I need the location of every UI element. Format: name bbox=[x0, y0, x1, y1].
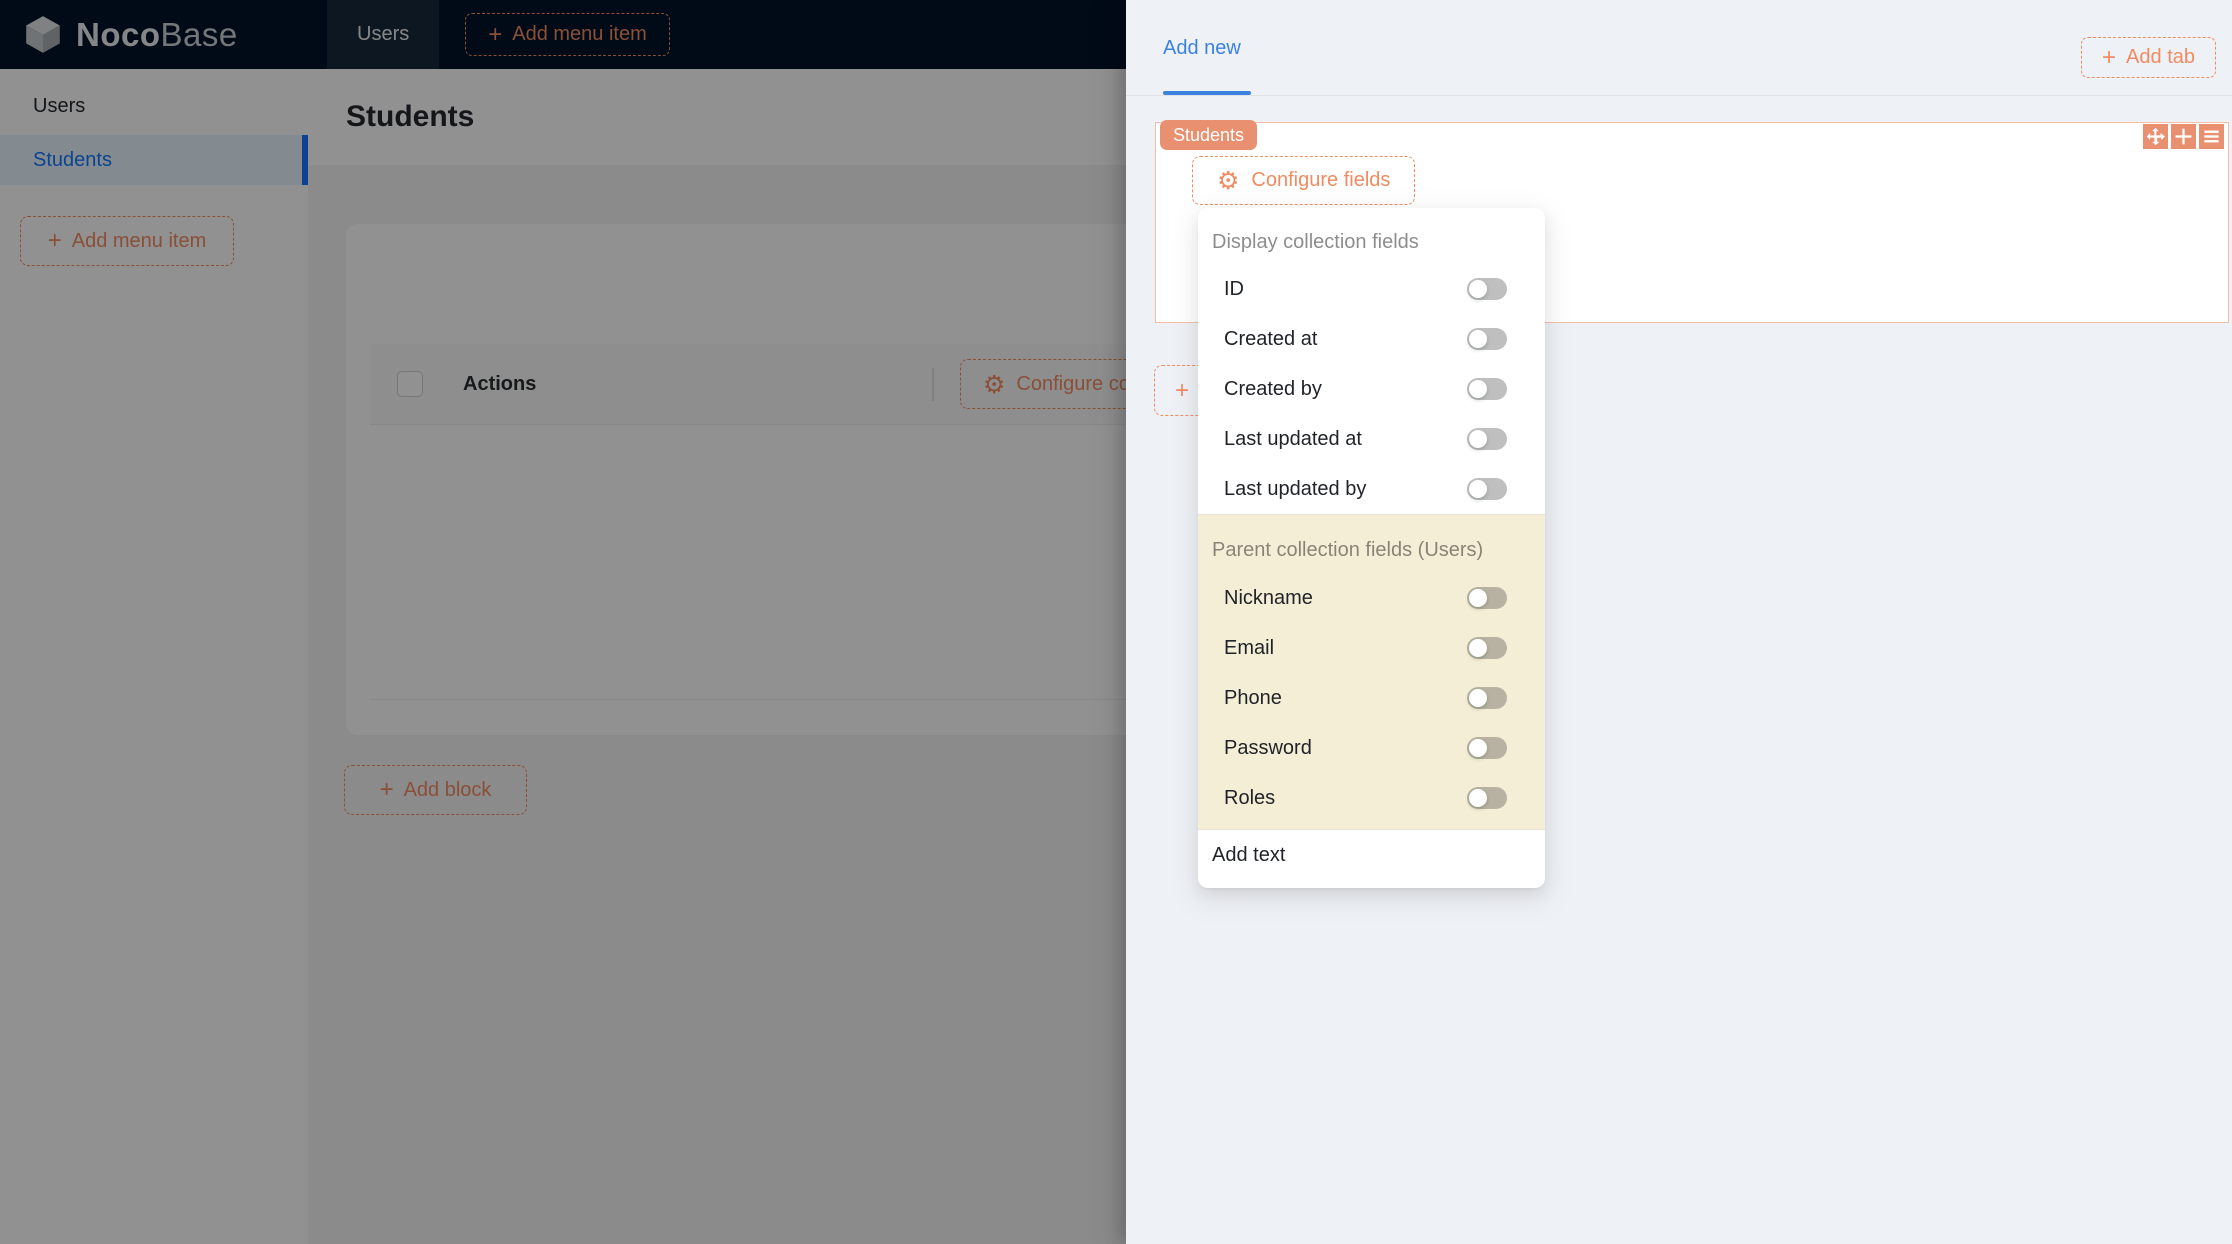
field-label: ID bbox=[1224, 277, 1244, 300]
drag-icon bbox=[2146, 127, 2165, 146]
toggle-knob bbox=[1469, 639, 1487, 657]
field-toggle-nickname[interactable] bbox=[1467, 587, 1507, 609]
add-new-drawer: Add new + Add tab Students ⚙ Configure f… bbox=[1126, 0, 2232, 1244]
field-toggle-created-by[interactable] bbox=[1467, 378, 1507, 400]
nocobase-screen: NocoBase Users + Add menu item Users Stu… bbox=[0, 0, 2232, 1244]
field-toggle-email[interactable] bbox=[1467, 637, 1507, 659]
field-toggle-phone[interactable] bbox=[1467, 687, 1507, 709]
field-toggle-roles[interactable] bbox=[1467, 787, 1507, 809]
field-label: Created at bbox=[1224, 327, 1318, 350]
field-menu-item-roles[interactable]: Roles bbox=[1198, 773, 1545, 823]
toggle-knob bbox=[1469, 330, 1487, 348]
gear-icon: ⚙ bbox=[1217, 166, 1240, 195]
toggle-knob bbox=[1469, 280, 1487, 298]
field-label: Created by bbox=[1224, 377, 1322, 400]
drawer-mask[interactable] bbox=[0, 0, 1126, 1244]
parent-collection-fields-section: Parent collection fields (Users) Nicknam… bbox=[1198, 514, 1545, 830]
plus-icon: + bbox=[1175, 376, 1190, 404]
field-menu-item-password[interactable]: Password bbox=[1198, 723, 1545, 773]
drawer-tab-bar: Add new + Add tab bbox=[1126, 0, 2232, 96]
add-text-menu-item[interactable]: Add text bbox=[1198, 830, 1545, 880]
configure-fields-button[interactable]: ⚙ Configure fields bbox=[1192, 156, 1416, 205]
block-menu-button[interactable] bbox=[2199, 124, 2224, 149]
toggle-knob bbox=[1469, 739, 1487, 757]
field-menu-item-id[interactable]: ID bbox=[1198, 264, 1545, 314]
field-menu-item-created-at[interactable]: Created at bbox=[1198, 314, 1545, 364]
toggle-knob bbox=[1469, 380, 1487, 398]
field-menu-item-last-updated-at[interactable]: Last updated at bbox=[1198, 414, 1545, 464]
add-tab-label: Add tab bbox=[2126, 46, 2195, 68]
field-label: Password bbox=[1224, 736, 1312, 759]
block-designer-toolbar bbox=[2143, 124, 2224, 149]
field-label: Last updated at bbox=[1224, 427, 1362, 450]
toggle-knob bbox=[1469, 789, 1487, 807]
drag-handle-button[interactable] bbox=[2143, 124, 2168, 149]
add-tab-button[interactable]: + Add tab bbox=[2081, 37, 2216, 78]
field-menu-item-phone[interactable]: Phone bbox=[1198, 673, 1545, 723]
plus-icon bbox=[2175, 128, 2192, 145]
field-toggle-created-at[interactable] bbox=[1467, 328, 1507, 350]
toggle-knob bbox=[1469, 589, 1487, 607]
configure-fields-label: Configure fields bbox=[1251, 169, 1391, 191]
toggle-knob bbox=[1469, 430, 1487, 448]
toggle-knob bbox=[1469, 689, 1487, 707]
configure-fields-dropdown: Display collection fields ID Created at … bbox=[1198, 208, 1545, 888]
menu-group-title-collection-fields: Display collection fields bbox=[1212, 230, 1419, 253]
field-menu-item-last-updated-by[interactable]: Last updated by bbox=[1198, 464, 1545, 514]
field-menu-item-nickname[interactable]: Nickname bbox=[1198, 573, 1545, 623]
menu-group-title-parent-fields: Parent collection fields (Users) bbox=[1212, 538, 1484, 561]
menu-icon bbox=[2204, 130, 2219, 143]
plus-icon: + bbox=[2102, 43, 2117, 71]
field-label: Nickname bbox=[1224, 586, 1313, 609]
field-toggle-last-updated-by[interactable] bbox=[1467, 478, 1507, 500]
field-toggle-password[interactable] bbox=[1467, 737, 1507, 759]
field-toggle-id[interactable] bbox=[1467, 278, 1507, 300]
tab-add-new[interactable]: Add new bbox=[1163, 0, 1241, 96]
field-label: Phone bbox=[1224, 686, 1282, 709]
field-menu-item-email[interactable]: Email bbox=[1198, 623, 1545, 673]
field-label: Email bbox=[1224, 636, 1275, 659]
tab-active-indicator bbox=[1163, 91, 1251, 95]
field-label: Roles bbox=[1224, 786, 1276, 809]
toggle-knob bbox=[1469, 480, 1487, 498]
field-toggle-last-updated-at[interactable] bbox=[1467, 428, 1507, 450]
field-label: Last updated by bbox=[1224, 477, 1367, 500]
field-menu-item-created-by[interactable]: Created by bbox=[1198, 364, 1545, 414]
insert-block-button[interactable] bbox=[2171, 124, 2196, 149]
block-collection-badge: Students bbox=[1160, 120, 1258, 150]
